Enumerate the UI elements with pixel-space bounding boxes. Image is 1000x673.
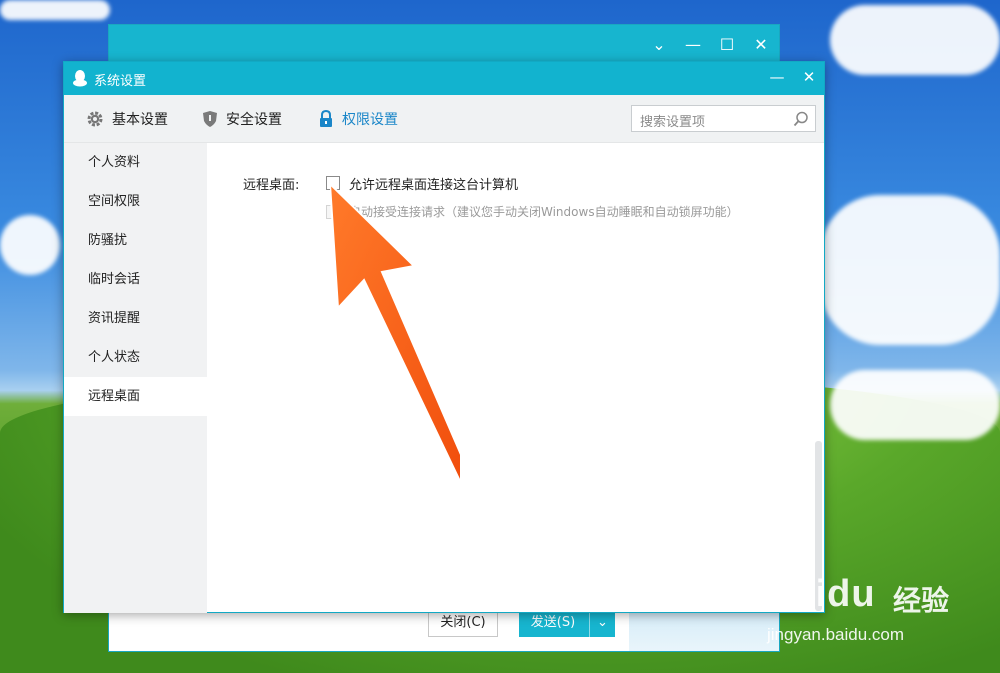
tab-security-settings[interactable]: 安全设置 xyxy=(202,109,282,129)
tab-label: 基本设置 xyxy=(112,112,168,128)
settings-titlebar: 系统设置 — ✕ xyxy=(64,62,824,95)
lock-icon xyxy=(320,110,332,127)
sidebar-item-anti-harassment[interactable]: 防骚扰 xyxy=(64,221,207,260)
minimize-icon[interactable]: — xyxy=(766,68,788,86)
sidebar-item-news-alert[interactable]: 资讯提醒 xyxy=(64,299,207,338)
close-icon[interactable]: ✕ xyxy=(749,35,773,54)
sidebar-item-status[interactable]: 个人状态 xyxy=(64,338,207,377)
shield-icon xyxy=(203,111,217,127)
settings-sidebar: 个人资料 空间权限 防骚扰 临时会话 资讯提醒 个人状态 远程桌面 xyxy=(64,143,207,613)
minimize-icon[interactable]: — xyxy=(681,35,705,54)
settings-content: 远程桌面: 允许远程桌面连接这台计算机 自动接受连接请求（建议您手动关闭Wind… xyxy=(207,143,824,612)
send-button-label: 发送(S) xyxy=(530,615,576,630)
sidebar-item-remote-desktop[interactable]: 远程桌面 xyxy=(64,377,207,416)
section-label: 远程桌面: xyxy=(243,178,300,193)
wallpaper-cloud xyxy=(0,0,110,20)
wallpaper-cloud xyxy=(830,5,1000,75)
tab-permission-settings[interactable]: 权限设置 xyxy=(318,109,398,129)
tab-label: 安全设置 xyxy=(226,112,282,128)
search-input[interactable]: 搜索设置项 xyxy=(631,105,816,132)
sidebar-item-space-permission[interactable]: 空间权限 xyxy=(64,182,207,221)
watermark-brand: Baidu xyxy=(765,573,876,615)
window-title: 系统设置 xyxy=(94,74,147,89)
tab-basic-settings[interactable]: 基本设置 xyxy=(86,109,168,129)
maximize-icon[interactable]: ☐ xyxy=(715,35,739,54)
send-button[interactable]: 发送(S) ⌄ xyxy=(519,609,615,637)
chevron-down-icon[interactable]: ⌄ xyxy=(647,35,671,54)
close-icon[interactable]: ✕ xyxy=(798,68,820,86)
wallpaper-cloud xyxy=(830,370,1000,440)
watermark-cn: 经验 xyxy=(893,584,950,617)
gear-icon xyxy=(87,111,103,127)
qq-penguin-icon xyxy=(73,70,87,87)
search-placeholder: 搜索设置项 xyxy=(640,115,706,130)
chevron-down-icon[interactable]: ⌄ xyxy=(589,609,615,637)
watermark-url: jingyan.baidu.com xyxy=(767,625,905,644)
settings-tabs: 基本设置 安全设置 权限设置 搜索设置项 xyxy=(64,95,824,143)
search-icon[interactable] xyxy=(793,111,809,127)
sidebar-item-profile[interactable]: 个人资料 xyxy=(64,143,207,182)
close-button[interactable]: 关闭(C) xyxy=(428,609,498,637)
baidu-jingyan-watermark: Baidu 经验 jingyan.baidu.com xyxy=(765,565,995,655)
tab-label: 权限设置 xyxy=(342,112,398,128)
sidebar-item-temp-chat[interactable]: 临时会话 xyxy=(64,260,207,299)
annotation-arrow xyxy=(330,182,460,484)
wallpaper-cloud xyxy=(0,215,60,275)
wallpaper-cloud xyxy=(820,195,1000,345)
